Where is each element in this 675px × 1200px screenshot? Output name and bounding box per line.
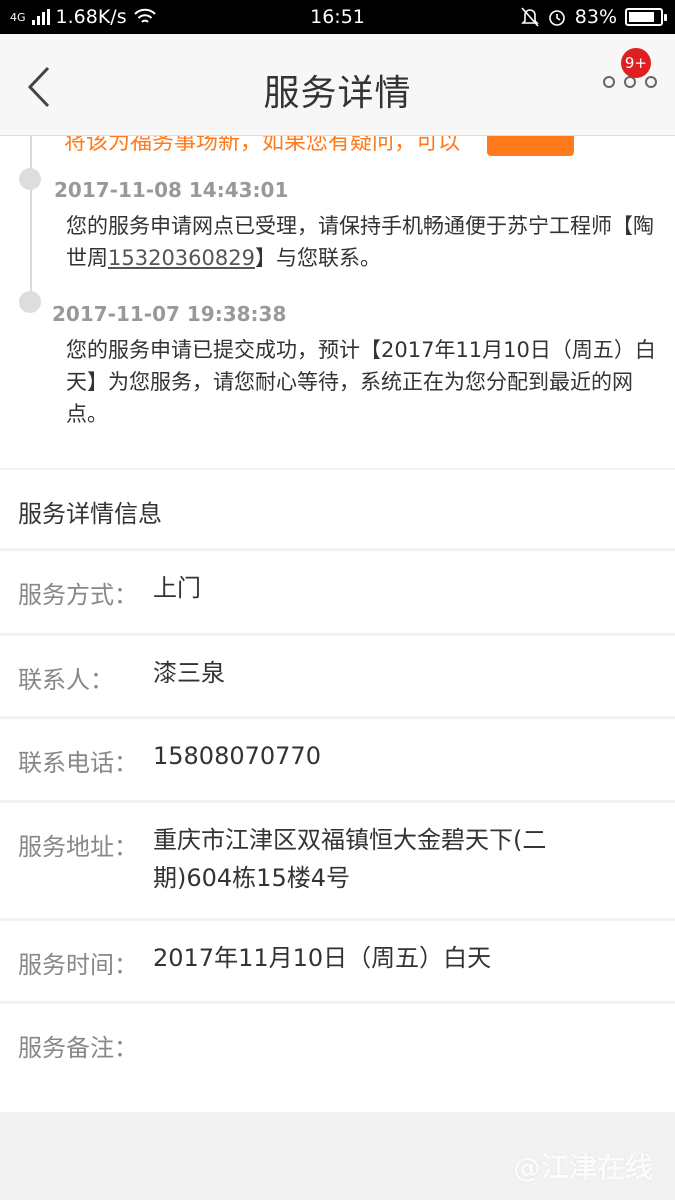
row-value: 重庆市江津区双福镇恒大金碧天下(二期)604栋15楼4号 — [153, 826, 547, 892]
timeline-entry-text: 您的服务申请网点已受理，请保持手机畅通便于苏宁工程师【陶世周1532036082… — [66, 210, 656, 274]
mute-bell-icon — [520, 7, 539, 27]
engineer-phone-link[interactable]: 15320360829 — [108, 246, 255, 270]
detail-row-remark: 服务备注： — [0, 1004, 675, 1112]
row-label: 联系电话： — [18, 749, 138, 777]
detail-row-phone: 联系电话： 15808070770 — [0, 719, 675, 800]
timeline-time: 2017-11-08 14:43:01 — [54, 178, 289, 202]
battery-icon — [625, 8, 667, 26]
timeline-dot — [19, 291, 41, 313]
contact-phone[interactable]: 15808070770 — [153, 737, 603, 775]
timeline-entry-text: 您的服务申请已提交成功，预计【2017年11月10日（周五）白天】为您服务，请您… — [66, 338, 656, 426]
row-label: 服务地址： — [18, 833, 138, 861]
detail-row-address: 服务地址： 重庆市江津区双福镇恒大金碧天下(二期)604栋15楼4号 — [0, 803, 675, 918]
alarm-icon — [548, 10, 565, 26]
nav-header: 服务详情 9+ — [0, 34, 675, 136]
timeline-time: 2017-11-07 19:38:38 — [52, 302, 287, 326]
row-value: 漆三泉 — [153, 659, 225, 687]
battery-percent: 83% — [574, 6, 617, 28]
timeline-cut-text: 将该为福务事场新，如果您有疑问，可以 — [64, 136, 461, 155]
page-title: 服务详情 — [263, 73, 412, 114]
watermark: @江津在线 — [512, 1151, 653, 1184]
timeline-line — [30, 136, 32, 311]
service-timeline: 将该为福务事场新，如果您有疑问，可以 2017-11-08 14:43:01 您… — [0, 136, 675, 468]
timeline-action-button[interactable] — [487, 136, 574, 156]
row-label: 联系人： — [18, 666, 114, 694]
more-menu-icon[interactable] — [603, 76, 657, 88]
detail-row-contact: 联系人： 漆三泉 — [0, 636, 675, 716]
status-bar: 4G 1.68K/s 16:51 83% — [0, 0, 675, 34]
notification-badge: 9+ — [620, 48, 651, 78]
row-value: 上门 — [153, 574, 201, 602]
timeline-text-part: 】与您联系。 — [254, 246, 381, 270]
row-label: 服务备注： — [18, 1034, 138, 1062]
detail-row-time: 服务时间： 2017年11月10日（周五）白天 — [0, 921, 675, 1001]
row-value: 2017年11月10日（周五）白天 — [153, 944, 492, 972]
timeline-dot — [19, 168, 41, 190]
section-title: 服务详情信息 — [0, 470, 675, 548]
row-label: 服务时间： — [18, 951, 138, 979]
row-label: 服务方式： — [18, 581, 138, 609]
detail-row-service-method: 服务方式： 上门 — [0, 551, 675, 633]
